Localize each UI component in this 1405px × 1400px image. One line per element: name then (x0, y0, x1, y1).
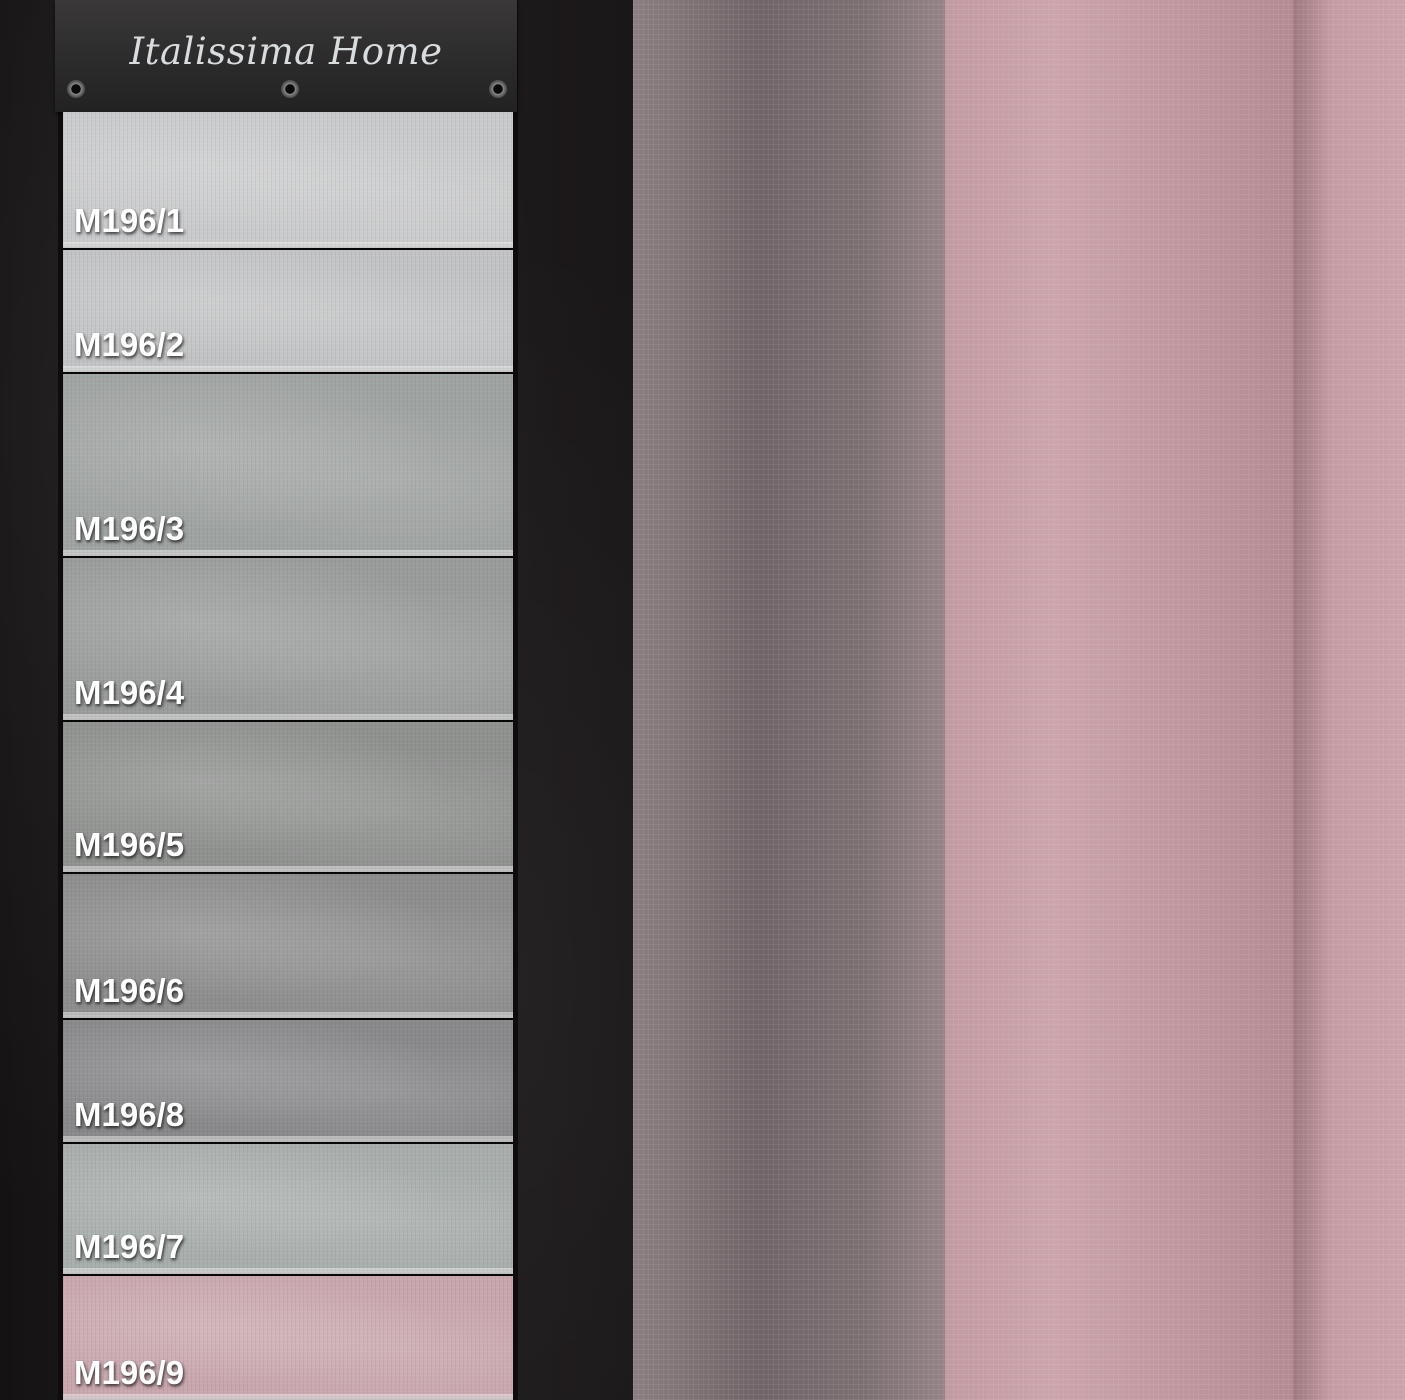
swatch-hem (63, 1394, 513, 1400)
swatch-code: M196/5 (74, 826, 185, 863)
fabric-swatch[interactable]: M196/6 (63, 874, 513, 1018)
swatch-code: M196/8 (74, 1096, 185, 1133)
swatch-hem (63, 550, 513, 556)
curtain-weave (633, 0, 1405, 1400)
fabric-swatch[interactable]: M196/7 (63, 1144, 513, 1274)
brand-logo: Italissima Home (129, 30, 443, 73)
product-collage: Italissima Home M196/1 M196/2 M196/3 M19… (0, 0, 1405, 1400)
grommet-icon (489, 80, 507, 98)
swatch-code: M196/1 (74, 202, 185, 239)
swatch-code: M196/7 (74, 1228, 185, 1265)
fabric-swatch[interactable]: M196/9 (63, 1276, 513, 1400)
curtain-photo (633, 0, 1405, 1400)
fabric-swatch[interactable]: M196/8 (63, 1020, 513, 1142)
swatch-hem (63, 366, 513, 372)
swatch-code: M196/4 (74, 674, 185, 711)
fabric-swatch[interactable]: M196/5 (63, 722, 513, 872)
swatch-hem (63, 1136, 513, 1142)
swatch-code: M196/9 (74, 1354, 185, 1391)
brand-header-tag: Italissima Home (55, 0, 517, 112)
swatch-code: M196/3 (74, 510, 185, 547)
swatch-hem (63, 1268, 513, 1274)
swatch-hem (63, 866, 513, 872)
grommet-icon (67, 80, 85, 98)
swatch-code: M196/2 (74, 326, 185, 363)
swatch-hem (63, 1012, 513, 1018)
fabric-swatch[interactable]: M196/2 (63, 250, 513, 372)
fabric-swatch[interactable]: M196/1 (63, 112, 513, 248)
swatch-hem (63, 242, 513, 248)
fabric-swatch[interactable]: M196/4 (63, 558, 513, 720)
swatch-hem (63, 714, 513, 720)
grommet-icon (281, 80, 299, 98)
swatch-code: M196/6 (74, 972, 185, 1009)
fabric-swatch[interactable]: M196/3 (63, 374, 513, 556)
